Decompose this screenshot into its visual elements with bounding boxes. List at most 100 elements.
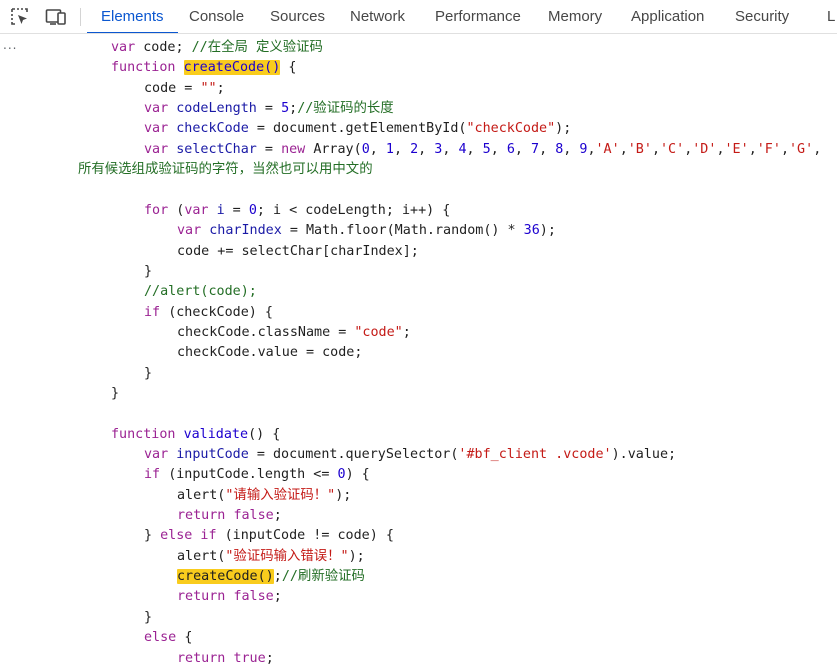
code-token: , [563,141,580,157]
code-token: () { [248,426,281,442]
code-token: (inputCode != code) { [224,528,394,544]
code-token: "code" [354,324,403,340]
code-token: ; [289,101,298,117]
code-token: 0 [361,141,370,157]
code-token: ); [555,121,572,137]
code-line: return true; [177,649,274,669]
code-token: //在全局 定义验证码 [191,40,323,55]
tab-application[interactable]: Application [631,0,704,33]
code-token: (checkCode) { [168,304,273,320]
code-token: , [369,141,386,157]
code-line: var inputCode = document.querySelector('… [144,445,676,465]
code-line: else { [144,628,192,648]
tab-sources[interactable]: Sources [270,0,325,33]
code-line: for (var i = 0; i < codeLength; i++) { [144,201,450,221]
code-token: 1 [385,141,394,157]
tab-performance[interactable]: Performance [435,0,521,33]
code-token: , [780,141,789,157]
code-token: , [587,141,596,157]
tab-console[interactable]: Console [189,0,244,33]
code-token: ; i < codeLength; i++) { [256,202,451,218]
inspect-element-icon[interactable] [10,7,30,27]
code-token: ); [348,548,365,564]
code-token: ).value; [611,447,677,462]
devtools-tab-bar: Elements Console Sources Network Perform… [0,0,837,34]
code-token: ; [273,508,282,524]
code-token: checkCode.value = code; [177,345,363,361]
code-token: return [177,650,234,666]
code-token: = [256,141,282,157]
code-token: 5 [281,101,290,117]
device-toolbar-icon[interactable] [45,7,66,27]
code-token: code = [144,80,201,96]
code-line: 所有候选组成验证码的字符，当然也可以用中文的 [78,160,373,180]
code-line: var codeLength = 5;//验证码的长度 [144,99,394,119]
search-highlight: createCode() [177,569,274,585]
code-line: createCode();//刷新验证码 [177,567,365,587]
code-token: for [144,202,177,218]
code-token: { [280,60,297,76]
code-token: 'B' [627,141,652,157]
tab-overflow[interactable]: L [827,0,835,33]
toolbar-divider [80,8,81,26]
code-token: , [619,141,628,157]
code-token: codeLength [176,101,257,117]
code-line: } else if (inputCode != code) { [144,526,394,546]
code-token: , [490,141,507,157]
code-line: return false; [177,506,282,526]
code-line: var selectChar = new Array(0, 1, 2, 3, 4… [144,140,821,160]
code-token: = document.getElementById( [248,121,467,137]
code-token: var [111,40,136,55]
code-token: 7 [531,141,540,157]
search-highlight: createCode() [183,60,281,76]
tab-security[interactable]: Security [735,0,789,33]
code-token: = [224,202,249,218]
code-line: } [144,364,152,384]
code-token: 0 [248,202,257,218]
code-line: function validate() { [111,425,280,445]
code-token: Array( [313,141,362,157]
code-token: , [651,141,660,157]
code-line: alert("请输入验证码！"); [177,486,351,506]
code-token: checkCode.className = [177,324,355,340]
code-token: ); [539,223,556,239]
code-token: //alert(code); [144,284,257,300]
tab-elements[interactable]: Elements [87,0,177,33]
code-token: '#bf_client .vcode' [458,447,612,462]
code-line: if (inputCode.length <= 0) { [144,465,370,485]
code-token: 所有候选组成验证码的字符，当然也可以用中文的 [78,162,373,178]
code-token: "验证码输入错误！" [225,548,349,564]
code-token: ); [335,487,352,503]
code-token: if [144,304,169,320]
code-token: return [177,589,234,605]
code-token: , [393,141,411,157]
code-token: 'F' [756,141,781,157]
code-token: , [716,141,725,157]
code-token: charIndex [209,223,282,239]
tab-memory[interactable]: Memory [548,0,602,33]
code-line: function createCode() { [111,58,296,78]
code-token: { [184,630,193,646]
code-token: = [256,101,282,117]
code-token: if [144,467,169,483]
code-token: 0 [337,467,346,483]
code-token: , [418,141,435,157]
code-line: var charIndex = Math.floor(Math.random()… [177,221,556,241]
code-token: code += selectChar[charIndex]; [177,243,419,259]
tab-network[interactable]: Network [350,0,405,33]
code-token: , [748,141,757,157]
script-source-view: var code; //在全局 定义验证码 function createCode… [0,34,837,670]
code-token: var [144,101,177,117]
code-token: alert( [177,487,226,503]
code-token: 'D' [692,141,717,157]
code-line: } [111,384,119,404]
code-token: else if [160,528,225,544]
code-line: alert("验证码输入错误！"); [177,547,365,567]
code-token: , [539,141,556,157]
code-token: checkCode [176,121,249,137]
code-line: } [144,262,152,282]
code-token: var [144,141,177,157]
code-line: code = ""; [144,79,225,99]
code-token: = document.querySelector( [248,447,459,462]
code-token: 5 [482,141,491,157]
